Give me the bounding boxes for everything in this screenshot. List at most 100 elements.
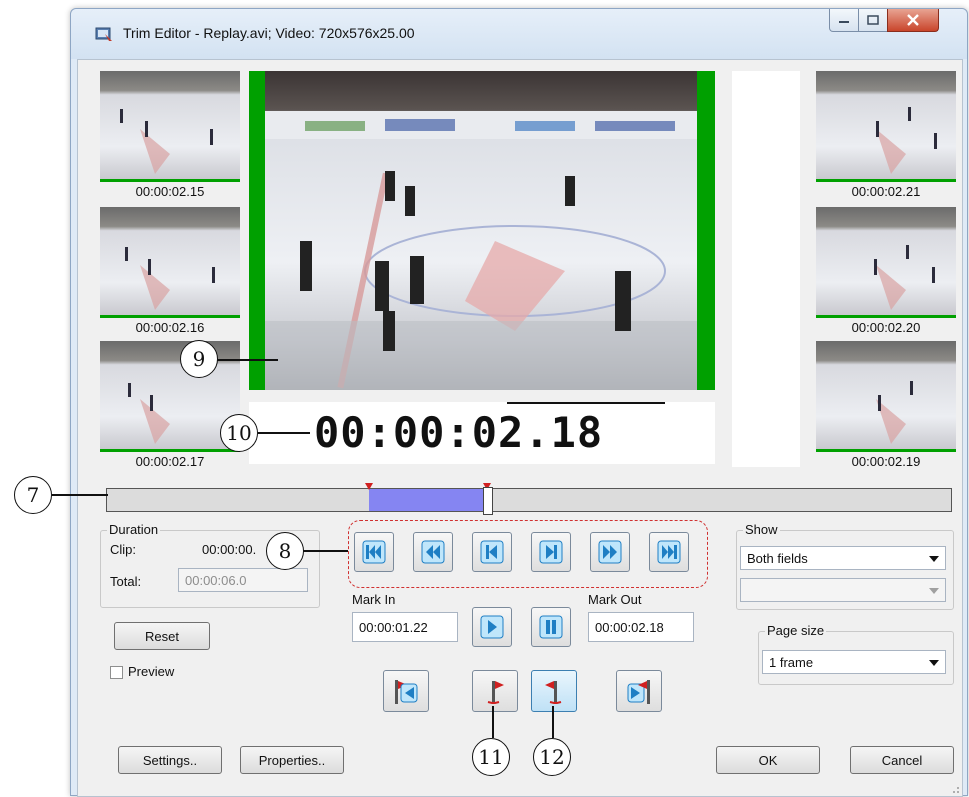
callout-8: 8 <box>266 532 304 570</box>
thumbnail-next-2[interactable]: 00:00:02.20 <box>816 207 956 335</box>
pause-icon <box>539 615 563 639</box>
trim-timeline[interactable] <box>106 483 952 515</box>
thumbnail-image <box>100 207 240 318</box>
title-bar: Trim Editor - Replay.avi; Video: 720x576… <box>71 9 967 59</box>
go-to-start-button[interactable] <box>354 532 394 572</box>
chevron-down-icon <box>929 660 939 666</box>
callout-7: 7 <box>14 476 52 514</box>
mark-out-label: Mark Out <box>588 592 642 607</box>
skip-to-end-icon <box>657 540 681 564</box>
show-selected: Both fields <box>747 550 808 566</box>
rink-image <box>876 107 937 174</box>
callout-9: 9 <box>180 340 218 378</box>
step-forward-icon <box>539 540 563 564</box>
timeline-playhead[interactable] <box>483 487 493 515</box>
callout-12-line <box>552 706 554 738</box>
thumbnail-next-3[interactable]: 00:00:02.21 <box>816 71 956 199</box>
clip-label: Clip: <box>110 542 137 557</box>
thumbnail-timecode: 00:00:02.21 <box>851 184 921 199</box>
rink-image <box>128 383 170 444</box>
close-icon <box>907 14 919 26</box>
go-to-end-button[interactable] <box>649 532 689 572</box>
cancel-button[interactable]: Cancel <box>850 746 954 774</box>
show-legend: Show <box>743 522 780 537</box>
fast-backward-button[interactable] <box>413 532 453 572</box>
show-select[interactable]: Both fields <box>740 546 946 570</box>
close-button[interactable] <box>887 9 939 32</box>
fast-forward-button[interactable] <box>590 532 630 572</box>
rink-image <box>120 109 213 174</box>
thumbnail-timecode: 00:00:02.19 <box>851 454 921 469</box>
duration-legend: Duration <box>107 522 161 537</box>
maximize-icon <box>867 15 879 25</box>
go-to-mark-out-button[interactable] <box>616 670 662 712</box>
callout-11-line <box>492 706 494 738</box>
set-mark-in-button[interactable] <box>472 670 518 712</box>
step-backward-button[interactable] <box>472 532 512 572</box>
rink-image <box>874 245 935 310</box>
set-mark-out-button[interactable] <box>531 670 577 712</box>
play-button[interactable] <box>472 607 512 647</box>
mark-in-value: 00:00:01.22 <box>359 619 428 635</box>
page-size-legend: Page size <box>765 623 827 638</box>
thumbnail-image <box>816 207 956 318</box>
properties-button[interactable]: Properties.. <box>240 746 344 774</box>
thumbnail-image <box>100 71 240 182</box>
go-to-mark-out-icon <box>627 680 650 704</box>
thumbnail-image <box>816 341 956 452</box>
reset-button[interactable]: Reset <box>114 622 210 650</box>
mark-in-field[interactable]: 00:00:01.22 <box>352 612 458 642</box>
resize-grip-icon[interactable] <box>950 784 960 794</box>
thumbnail-image <box>816 71 956 182</box>
thumbnail-next-1[interactable]: 00:00:02.19 <box>816 341 956 469</box>
rink-image <box>125 247 215 310</box>
pause-button[interactable] <box>531 607 571 647</box>
timeline-selection <box>369 489 487 511</box>
callout-10-line <box>258 432 310 434</box>
video-preview <box>249 71 715 390</box>
callout-9-line <box>214 359 278 361</box>
clip-value: 00:00:00. <box>202 542 257 557</box>
timecode-overline <box>507 402 665 404</box>
play-icon <box>480 615 504 639</box>
callout-7-line <box>52 494 108 496</box>
chevron-down-icon <box>929 556 939 562</box>
show-secondary-select <box>740 578 946 602</box>
set-mark-in-flag-icon <box>487 681 504 704</box>
step-forward-button[interactable] <box>531 532 571 572</box>
fast-forward-icon <box>598 540 622 564</box>
fast-backward-icon <box>421 540 445 564</box>
app-icon <box>95 27 112 41</box>
maximize-button[interactable] <box>858 9 888 32</box>
step-backward-icon <box>480 540 504 564</box>
callout-10: 10 <box>220 414 258 452</box>
thumbnail-timecode: 00:00:02.16 <box>135 320 205 335</box>
go-to-mark-in-button[interactable] <box>383 670 429 712</box>
callout-12: 12 <box>533 738 571 776</box>
mark-in-marker[interactable] <box>365 483 373 490</box>
thumbnail-timecode: 00:00:02.20 <box>851 320 921 335</box>
thumbnail-timecode: 00:00:02.15 <box>135 184 205 199</box>
trim-editor-window: Trim Editor - Replay.avi; Video: 720x576… <box>70 8 968 797</box>
mark-out-field[interactable]: 00:00:02.18 <box>588 612 694 642</box>
ok-button[interactable]: OK <box>716 746 820 774</box>
thumbnail-prev-3[interactable]: 00:00:02.15 <box>100 71 240 199</box>
timecode-display: 00:00:02.18 <box>249 402 715 464</box>
thumbnail-prev-2[interactable]: 00:00:02.16 <box>100 207 240 335</box>
mark-out-value: 00:00:02.18 <box>595 619 664 635</box>
preview-checkbox[interactable] <box>110 666 123 679</box>
minimize-button[interactable] <box>829 9 859 32</box>
dialog-client-area: 00:00:02.15 00:00:02.16 00:00:02.17 00:0… <box>77 59 963 797</box>
go-to-mark-in-icon <box>395 680 418 704</box>
chevron-down-icon <box>929 588 939 594</box>
page-size-select[interactable]: 1 frame <box>762 650 946 674</box>
total-label: Total: <box>110 574 142 589</box>
set-mark-out-flag-icon <box>545 681 562 704</box>
video-frame <box>265 71 697 390</box>
side-panel <box>732 71 800 467</box>
thumbnail-timecode: 00:00:02.17 <box>135 454 205 469</box>
rink-image <box>876 381 913 444</box>
hockey-frame-image <box>265 111 697 390</box>
settings-button[interactable]: Settings.. <box>118 746 222 774</box>
callout-11: 11 <box>472 738 510 776</box>
